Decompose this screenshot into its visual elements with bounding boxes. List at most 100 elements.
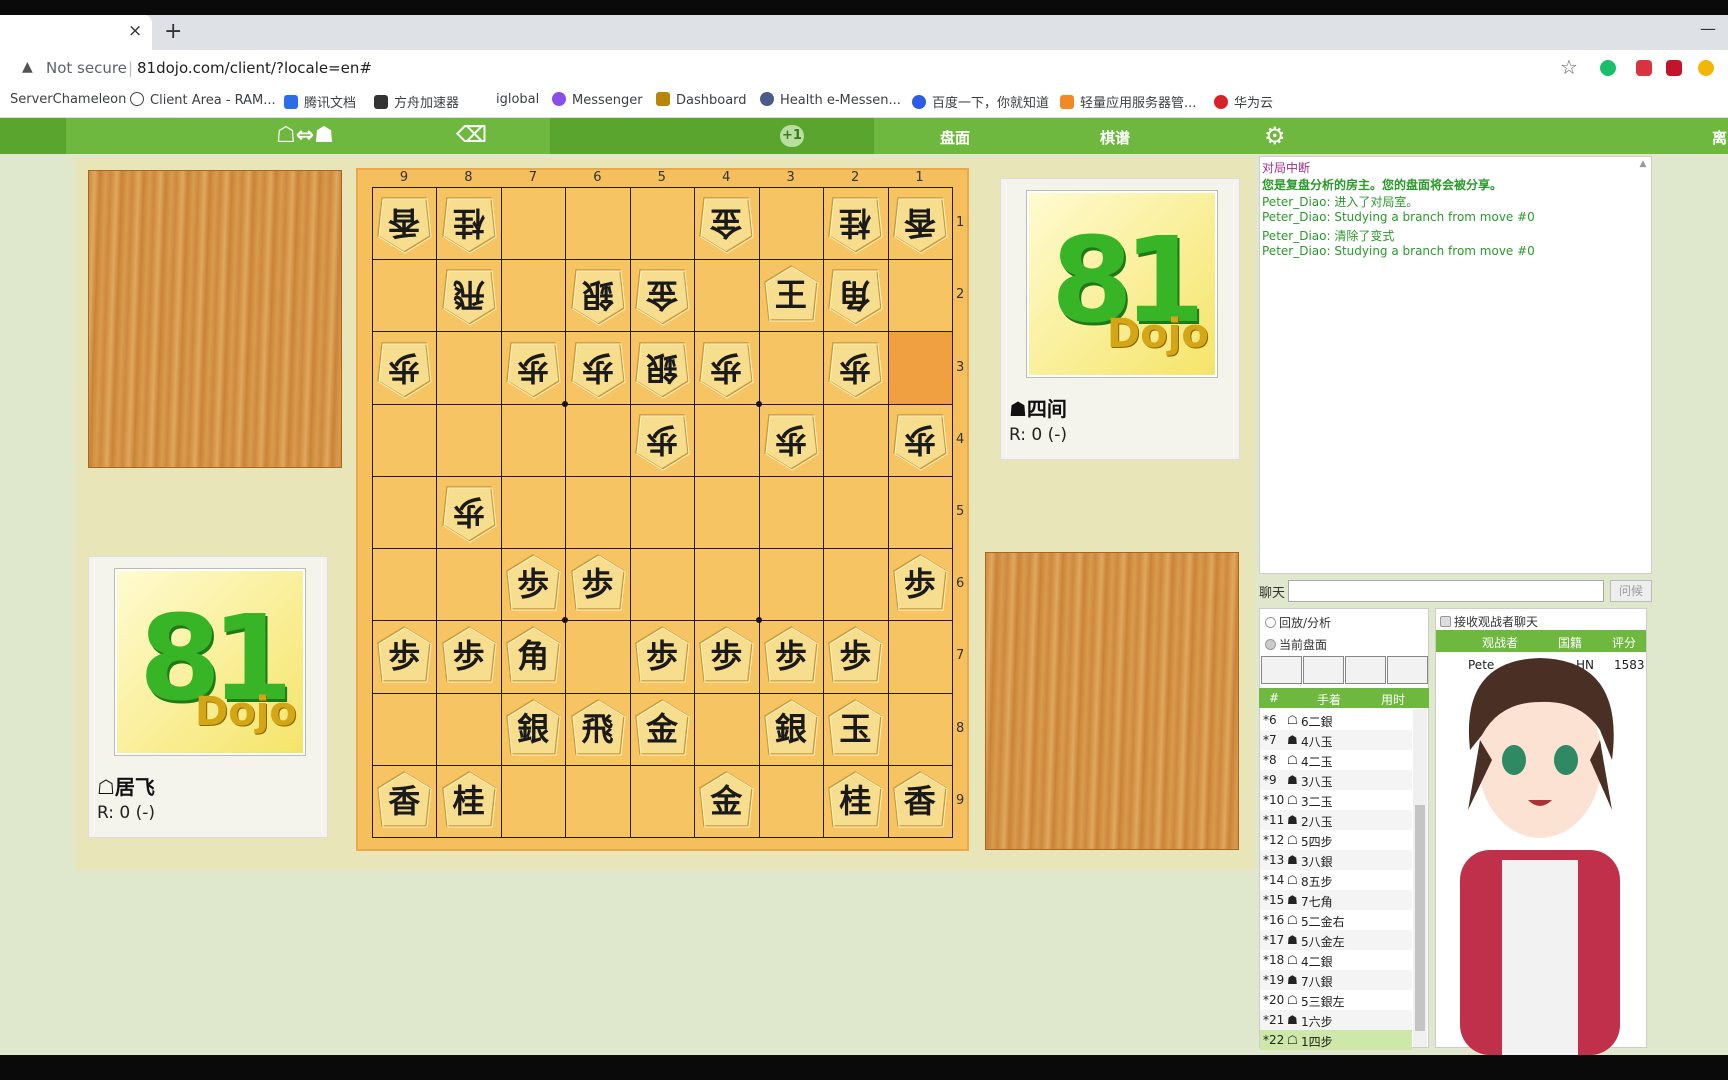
board-square[interactable] [629, 548, 696, 622]
sente-piece[interactable]: 銀 [505, 698, 561, 760]
board-square[interactable] [565, 475, 631, 550]
board-square[interactable] [372, 548, 438, 622]
board-square[interactable] [629, 475, 696, 550]
eraser-icon[interactable]: ⌫ [456, 123, 487, 148]
grammarly-icon[interactable] [1600, 60, 1616, 76]
chat-log[interactable]: ▲ 对局中断 您是复盘分析的房主。您的盘面将会被分享。 Peter_Diao: 进入… [1259, 156, 1652, 574]
sente-piece[interactable]: 飛 [570, 698, 626, 760]
gote-piece[interactable]: 歩 [698, 337, 754, 399]
kifu-row[interactable]: *19 ☗ 7八銀 [1260, 970, 1412, 990]
kifu-row[interactable]: *15 ☗ 7七角 [1260, 890, 1412, 910]
nav-next-button[interactable] [1345, 656, 1386, 684]
close-tab-icon[interactable]: × [128, 21, 142, 41]
board-square[interactable] [372, 259, 438, 333]
nav-last-button[interactable] [1387, 656, 1428, 684]
board-square[interactable] [758, 475, 825, 550]
minimize-icon[interactable]: — [1700, 19, 1716, 38]
board-square[interactable] [500, 259, 567, 333]
gote-piece[interactable]: 香 [892, 192, 948, 254]
kifu-row[interactable]: *20 ☖ 5三銀左 [1260, 990, 1412, 1010]
gote-piece[interactable]: 歩 [505, 337, 561, 399]
sente-piece[interactable]: 玉 [827, 698, 883, 760]
radio-current-board[interactable]: 当前盘面 [1265, 636, 1327, 653]
board-square[interactable] [887, 692, 953, 766]
gote-piece[interactable]: 歩 [827, 337, 883, 399]
board-square[interactable] [758, 331, 825, 405]
board-square[interactable] [372, 475, 438, 550]
board-square[interactable] [565, 403, 631, 477]
board-square[interactable] [565, 187, 631, 261]
player-name[interactable]: ☗四间 [1009, 393, 1067, 422]
board-square[interactable] [887, 475, 953, 550]
bookmark-item[interactable]: 方舟加速器 [374, 92, 459, 111]
board-square[interactable] [694, 692, 760, 766]
sente-piece[interactable]: 歩 [698, 625, 754, 687]
sente-piece[interactable]: 角 [505, 625, 561, 687]
board-square[interactable] [887, 331, 953, 405]
new-tab-button[interactable]: + [164, 19, 182, 44]
sente-piece[interactable]: 桂 [827, 770, 883, 832]
bookmark-item[interactable]: Dashboard [656, 92, 747, 108]
kifu-row[interactable]: *22 ☖ 1四步 [1260, 1030, 1412, 1050]
sente-piece[interactable]: 歩 [570, 553, 626, 615]
youtube-extension-icon[interactable] [1666, 60, 1682, 76]
board-square[interactable] [758, 764, 825, 838]
sente-piece[interactable]: 金 [634, 698, 690, 760]
bookmark-item[interactable]: 百度一下，你就知道 [912, 92, 1049, 111]
sente-piece[interactable]: 香 [376, 770, 432, 832]
url-field[interactable]: 81dojo.com/client/?locale=en# [137, 59, 372, 77]
sente-piece[interactable]: 桂 [441, 770, 497, 832]
board-grid[interactable]: 香桂金桂香飛銀金王角歩歩歩銀歩歩歩歩歩歩歩歩歩歩歩角歩歩歩歩銀飛金銀玉香桂金桂香 [372, 187, 953, 838]
kifu-row[interactable]: *16 ☖ 5二金右 [1260, 910, 1412, 930]
settings-gear-icon[interactable]: ⚙ [1264, 122, 1286, 150]
board-square[interactable] [436, 331, 502, 405]
gote-piece[interactable]: 歩 [376, 337, 432, 399]
bookmark-item[interactable]: Client Area - RAM... [130, 92, 276, 108]
kifu-scrollbar[interactable] [1413, 709, 1427, 1047]
board-square[interactable] [565, 620, 631, 694]
player-name[interactable]: ☖居飞 [97, 771, 155, 800]
chat-scrollbar[interactable]: ▲ [1637, 159, 1649, 571]
gote-piece[interactable]: 歩 [634, 409, 690, 471]
bookmark-item[interactable]: ServerChameleon [10, 92, 126, 107]
kifu-row[interactable]: *17 ☗ 5八金左 [1260, 930, 1412, 950]
sente-piece[interactable]: 歩 [763, 625, 819, 687]
bookmark-item[interactable]: iglobal [496, 92, 539, 107]
board-square[interactable] [565, 764, 631, 838]
chat-input[interactable] [1288, 580, 1604, 602]
sente-piece[interactable]: 歩 [505, 553, 561, 615]
gote-piece[interactable]: 歩 [570, 337, 626, 399]
gote-piece[interactable]: 歩 [763, 409, 819, 471]
gote-piece-stand[interactable] [88, 170, 342, 468]
board-square[interactable] [500, 475, 567, 550]
board-square[interactable] [758, 548, 825, 622]
send-greeting-button[interactable]: 问候 [1610, 580, 1652, 602]
extension-off-icon[interactable] [1636, 60, 1652, 76]
sente-piece[interactable]: 金 [698, 770, 754, 832]
flip-board-icon[interactable]: ☖⇔☗ [276, 123, 334, 148]
board-square[interactable] [500, 187, 567, 261]
leave-button[interactable]: 离 [1712, 127, 1727, 148]
warning-icon[interactable]: ▲ [22, 59, 33, 75]
board-tab[interactable]: 盘面 [940, 127, 970, 148]
sente-piece[interactable]: 歩 [441, 625, 497, 687]
board-square[interactable] [694, 548, 760, 622]
sente-piece-stand[interactable] [985, 552, 1239, 850]
board-square[interactable] [500, 403, 567, 477]
kifu-row[interactable]: *11 ☗ 2八玉 [1260, 810, 1412, 830]
sente-piece[interactable]: 銀 [763, 698, 819, 760]
board-square[interactable] [500, 764, 567, 838]
security-label[interactable]: Not secure [46, 59, 127, 77]
board-square[interactable] [436, 548, 502, 622]
plus-one-badge[interactable]: +1 [780, 125, 804, 147]
bookmark-item[interactable]: Messenger [552, 92, 643, 108]
kifu-row[interactable]: *13 ☗ 3八銀 [1260, 850, 1412, 870]
watcher-chat-checkbox[interactable]: 接收观战者聊天 [1440, 613, 1538, 630]
board-square[interactable] [823, 403, 889, 477]
sente-piece[interactable]: 歩 [634, 625, 690, 687]
gote-piece[interactable]: 角 [827, 264, 883, 326]
board-square[interactable] [436, 403, 502, 477]
sente-piece[interactable]: 歩 [376, 625, 432, 687]
kifu-row[interactable]: *21 ☗ 1六步 [1260, 1010, 1412, 1030]
bookmark-star-icon[interactable]: ☆ [1560, 55, 1578, 79]
